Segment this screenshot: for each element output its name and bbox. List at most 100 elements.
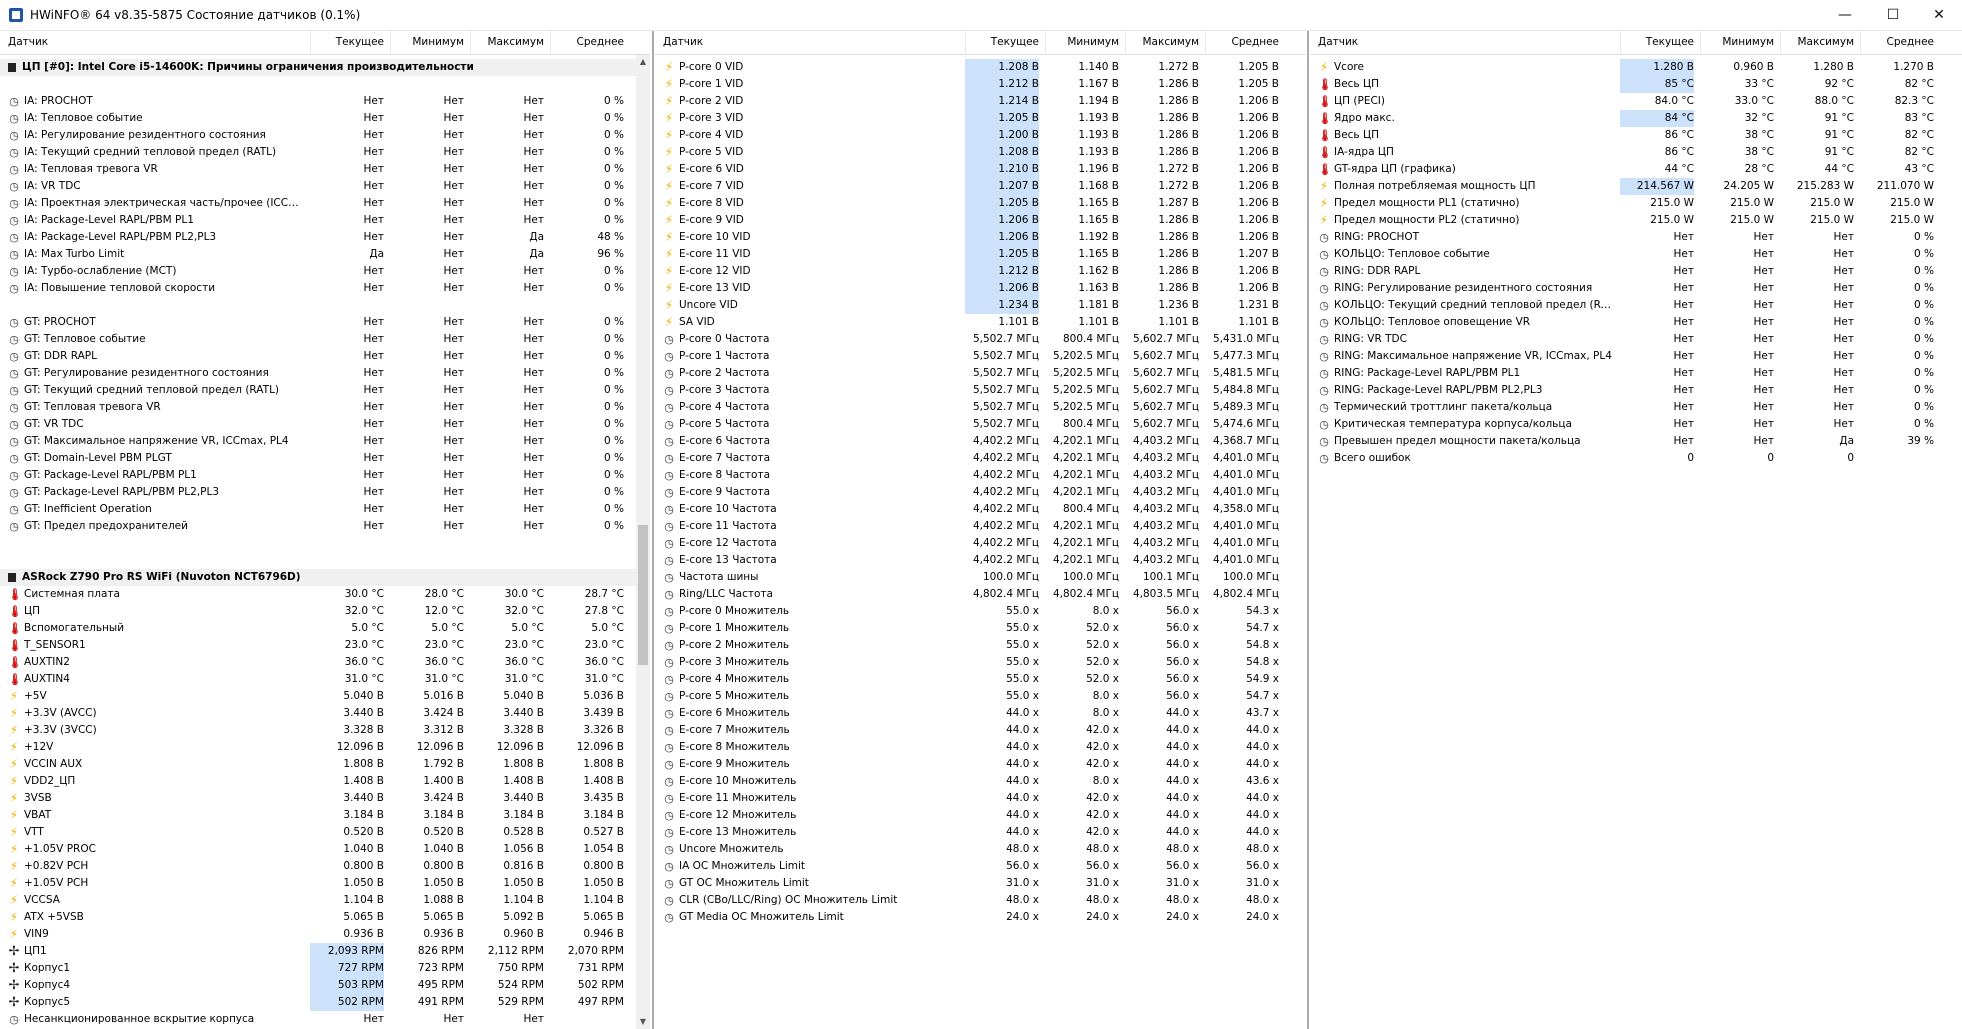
sensor-row[interactable]: ⚡ VCCSA 1.104 В 1.088 В 1.104 В 1.104 В: [0, 892, 636, 909]
sensor-row[interactable]: ◷ RING: VR TDC Нет Нет Нет 0 %: [1310, 331, 1942, 348]
sensor-row[interactable]: ◷ GT: Регулирование резидентного состояни…: [0, 365, 636, 382]
sensor-row[interactable]: ◷ IA: Тепловая тревога VR Нет Нет Нет 0 %: [0, 161, 636, 178]
sensor-row[interactable]: ⚡ VCCIN AUX 1.808 В 1.792 В 1.808 В 1.808 В: [0, 756, 636, 773]
sensor-row[interactable]: ◷ P-core 5 Частота 5,502.7 МГц 800.4 МГц 5,6…: [655, 416, 1285, 433]
sensor-row[interactable]: ◷ P-core 2 Множитель 55.0 x 52.0 x 56.0 x 54.…: [655, 637, 1285, 654]
column-header-max[interactable]: Максимум: [1125, 36, 1200, 48]
sensor-row[interactable]: ⚡ SA VID 1.101 В 1.101 В 1.101 В 1.101 В: [655, 314, 1285, 331]
column-header-sensor[interactable]: Датчик: [1318, 36, 1358, 48]
column-separator[interactable]: [1780, 31, 1781, 53]
sensor-row[interactable]: ⚡ E-core 8 VID 1.205 В 1.165 В 1.287 В 1.206 …: [655, 195, 1285, 212]
sensor-row[interactable]: ◷ GT: PROCHOT Нет Нет Нет 0 %: [0, 314, 636, 331]
sensor-row[interactable]: ⚡ ATX +5VSB 5.065 В 5.065 В 5.092 В 5.065 В: [0, 909, 636, 926]
scroll-down-arrow[interactable]: ▼: [636, 1015, 650, 1029]
sensor-row[interactable]: ◷ E-core 12 Частота 4,402.2 МГц 4,202.1 МГц…: [655, 535, 1285, 552]
sensor-row[interactable]: ⚡ +1.05V PROC 1.040 В 1.040 В 1.056 В 1.054 В: [0, 841, 636, 858]
sensor-row[interactable]: ◷ E-core 8 Множитель 44.0 x 42.0 x 44.0 x 44.…: [655, 739, 1285, 756]
sensor-row[interactable]: ◷ Всего ошибок 0 0 0: [1310, 450, 1942, 467]
sensor-row[interactable]: ◷ IA: Текущий средний тепловой предел (RA…: [0, 144, 636, 161]
pane-splitter-1[interactable]: [652, 31, 654, 1029]
sensor-row[interactable]: ◷ КОЛЬЦО: Тепловое оповещение VR Нет Нет Нет…: [1310, 314, 1942, 331]
sensor-row[interactable]: 🌡 Весь ЦП 85 °C 33 °C 92 °C 82 °C: [1310, 76, 1942, 93]
sensor-pane-3[interactable]: Датчик Текущее Минимум Максимум Среднее ⚡ Vcor…: [1310, 31, 1962, 1029]
sensor-row[interactable]: ◷ E-core 6 Множитель 44.0 x 8.0 x 44.0 x 43.7…: [655, 705, 1285, 722]
sensor-row[interactable]: ⚡ +1.05V PCH 1.050 В 1.050 В 1.050 В 1.050 В: [0, 875, 636, 892]
sensor-row[interactable]: ⚡ P-core 4 VID 1.200 В 1.193 В 1.286 В 1.206 …: [655, 127, 1285, 144]
sensor-row[interactable]: 🌡 ЦП 32.0 °C 12.0 °C 32.0 °C 27.8 °C: [0, 603, 636, 620]
sensor-row[interactable]: ◷ GT: Domain-Level PBM PLGT Нет Нет Нет 0 %: [0, 450, 636, 467]
sensor-row[interactable]: ⚡ E-core 12 VID 1.212 В 1.162 В 1.286 В 1.206…: [655, 263, 1285, 280]
sensor-row[interactable]: ⚡ +12V 12.096 В 12.096 В 12.096 В 12.096 В: [0, 739, 636, 756]
minimize-button[interactable]: —: [1822, 0, 1868, 30]
sensor-row[interactable]: ◷ GT: DDR RAPL Нет Нет Нет 0 %: [0, 348, 636, 365]
sensor-row[interactable]: ◷ P-core 1 Множитель 55.0 x 52.0 x 56.0 x 54.…: [655, 620, 1285, 637]
column-header-min[interactable]: Минимум: [1045, 36, 1119, 48]
sensor-row[interactable]: ◷ E-core 11 Частота 4,402.2 МГц 4,202.1 МГц…: [655, 518, 1285, 535]
sensor-row[interactable]: ◷ GT OC Множитель Limit 31.0 x 31.0 x 31.0 x…: [655, 875, 1285, 892]
sensor-row[interactable]: ◷ GT: Inefficient Operation Нет Нет Нет 0 %: [0, 501, 636, 518]
sensor-row[interactable]: ⚡ E-core 11 VID 1.205 В 1.165 В 1.286 В 1.207…: [655, 246, 1285, 263]
column-header-avg[interactable]: Среднее: [1860, 36, 1934, 48]
sensor-row[interactable]: ◷ IA: Max Turbo Limit Да Нет Да 96 %: [0, 246, 636, 263]
column-separator[interactable]: [390, 31, 391, 53]
sensor-row[interactable]: ◷ GT: Тепловое событие Нет Нет Нет 0 %: [0, 331, 636, 348]
column-separator[interactable]: [550, 31, 551, 53]
sensor-row[interactable]: ◷ E-core 7 Частота 4,402.2 МГц 4,202.1 МГц 4…: [655, 450, 1285, 467]
sensor-row[interactable]: ◷ IA OC Множитель Limit 56.0 x 56.0 x 56.0 x…: [655, 858, 1285, 875]
sensor-row[interactable]: ◷ E-core 13 Частота 4,402.2 МГц 4,202.1 МГц…: [655, 552, 1285, 569]
sensor-row[interactable]: ◷ КОЛЬЦО: Тепловое событие Нет Нет Нет 0 %: [1310, 246, 1942, 263]
column-header-sensor[interactable]: Датчик: [663, 36, 703, 48]
sensor-row[interactable]: 🌡 Ядро макс. 84 °C 32 °C 91 °C 83 °C: [1310, 110, 1942, 127]
sensor-row[interactable]: 🌡 ЦП (PECI) 84.0 °C 33.0 °C 88.0 °C 82.3 °C: [1310, 93, 1942, 110]
sensor-row[interactable]: ◷ GT: Текущий средний тепловой предел (RA…: [0, 382, 636, 399]
sensor-row[interactable]: ◷ E-core 7 Множитель 44.0 x 42.0 x 44.0 x 44.…: [655, 722, 1285, 739]
sensor-row[interactable]: ◷ Ring/LLC Частота 4,802.4 МГц 4,802.4 МГц 4…: [655, 586, 1285, 603]
sensor-row[interactable]: ◷ E-core 6 Частота 4,402.2 МГц 4,202.1 МГц 4…: [655, 433, 1285, 450]
sensor-row[interactable]: ⚡ +3.3V (AVCC) 3.440 В 3.424 В 3.440 В 3.439 …: [0, 705, 636, 722]
sensor-row[interactable]: ◷ Uncore Множитель 48.0 x 48.0 x 48.0 x 48.0 …: [655, 841, 1285, 858]
sensor-row[interactable]: ◷ RING: Регулирование резидентного состоя…: [1310, 280, 1942, 297]
sensor-row[interactable]: 🌡 Весь ЦП 86 °C 38 °C 91 °C 82 °C: [1310, 127, 1942, 144]
sensor-pane-2[interactable]: Датчик Текущее Минимум Максимум Среднее ⚡ P-co…: [655, 31, 1305, 1029]
sensor-row[interactable]: ⚡ P-core 1 VID 1.212 В 1.167 В 1.286 В 1.205 …: [655, 76, 1285, 93]
sensor-row[interactable]: ⚡ Полная потребляемая мощность ЦП 214.567 …: [1310, 178, 1942, 195]
sensor-row[interactable]: ✢ Корпус4 503 RPM 495 RPM 524 RPM 502 RPM: [0, 977, 636, 994]
column-separator[interactable]: [310, 31, 311, 53]
sensor-row[interactable]: ◷ E-core 9 Множитель 44.0 x 42.0 x 44.0 x 44.…: [655, 756, 1285, 773]
scrollbar-thumb[interactable]: [638, 525, 648, 665]
sensor-row[interactable]: ⚡ Предел мощности PL2 (статично) 215.0 W 21…: [1310, 212, 1942, 229]
sensor-row[interactable]: ◷ IA: Package-Level RAPL/PBM PL1 Нет Нет Нет…: [0, 212, 636, 229]
column-header-min[interactable]: Минимум: [390, 36, 464, 48]
sensor-group-header[interactable]: ASRock Z790 Pro RS WiFi (Nuvoton NCT6796…: [0, 569, 636, 586]
sensor-row[interactable]: ◷ P-core 2 Частота 5,502.7 МГц 5,202.5 МГц 5…: [655, 365, 1285, 382]
sensor-row[interactable]: ⚡ +3.3V (3VCC) 3.328 В 3.312 В 3.328 В 3.326 …: [0, 722, 636, 739]
sensor-row[interactable]: ◷ E-core 12 Множитель 44.0 x 42.0 x 44.0 x 44…: [655, 807, 1285, 824]
sensor-row[interactable]: ◷ P-core 0 Множитель 55.0 x 8.0 x 56.0 x 54.3…: [655, 603, 1285, 620]
sensor-row[interactable]: ◷ Критическая температура корпуса/кольца Н…: [1310, 416, 1942, 433]
sensor-row[interactable]: ◷ КОЛЬЦО: Текущий средний тепловой предел…: [1310, 297, 1942, 314]
sensor-row[interactable]: ⚡ +0.82V PCH 0.800 В 0.800 В 0.816 В 0.800 В: [0, 858, 636, 875]
sensor-row[interactable]: ✢ ЦП1 2,093 RPM 826 RPM 2,112 RPM 2,070 RPM: [0, 943, 636, 960]
sensor-row[interactable]: ⚡ Uncore VID 1.234 В 1.181 В 1.236 В 1.231 В: [655, 297, 1285, 314]
sensor-row[interactable]: ◷ P-core 1 Частота 5,502.7 МГц 5,202.5 МГц 5…: [655, 348, 1285, 365]
sensor-row[interactable]: ◷ GT Media OC Множитель Limit 24.0 x 24.0 x…: [655, 909, 1285, 926]
sensor-row[interactable]: ◷ GT: Package-Level RAPL/PBM PL2,PL3 Нет Не…: [0, 484, 636, 501]
sensor-row[interactable]: ◷ E-core 10 Множитель 44.0 x 8.0 x 44.0 x 43.…: [655, 773, 1285, 790]
sensor-row[interactable]: ⚡ Предел мощности PL1 (статично) 215.0 W 21…: [1310, 195, 1942, 212]
sensor-row[interactable]: 🌡 GT-ядра ЦП (графика) 44 °C 28 °C 44 °C 43 °…: [1310, 161, 1942, 178]
column-separator[interactable]: [1700, 31, 1701, 53]
column-header-max[interactable]: Максимум: [470, 36, 545, 48]
sensor-row[interactable]: ⚡ E-core 13 VID 1.206 В 1.163 В 1.286 В 1.206…: [655, 280, 1285, 297]
sensor-row[interactable]: ◷ Частота шины 100.0 МГц 100.0 МГц 100.1 МГц…: [655, 569, 1285, 586]
sensor-row[interactable]: ◷ P-core 4 Множитель 55.0 x 52.0 x 56.0 x 54.…: [655, 671, 1285, 688]
sensor-row[interactable]: ⚡ +5V 5.040 В 5.016 В 5.040 В 5.036 В: [0, 688, 636, 705]
pane-splitter-2[interactable]: [1307, 31, 1309, 1029]
sensor-row[interactable]: ⚡ Vcore 1.280 В 0.960 В 1.280 В 1.270 В: [1310, 59, 1942, 76]
sensor-row[interactable]: ◷ Несанкционированное вскрытие корпуса Нет…: [0, 1011, 636, 1028]
close-button[interactable]: ✕: [1916, 0, 1962, 30]
sensor-row[interactable]: ⚡ E-core 9 VID 1.206 В 1.165 В 1.286 В 1.206 …: [655, 212, 1285, 229]
sensor-row[interactable]: 🌡 T_SENSOR1 23.0 °C 23.0 °C 23.0 °C 23.0 °C: [0, 637, 636, 654]
column-separator[interactable]: [470, 31, 471, 53]
sensor-row[interactable]: ◷ E-core 13 Множитель 44.0 x 42.0 x 44.0 x 44…: [655, 824, 1285, 841]
scroll-up-arrow[interactable]: ▲: [636, 55, 650, 69]
